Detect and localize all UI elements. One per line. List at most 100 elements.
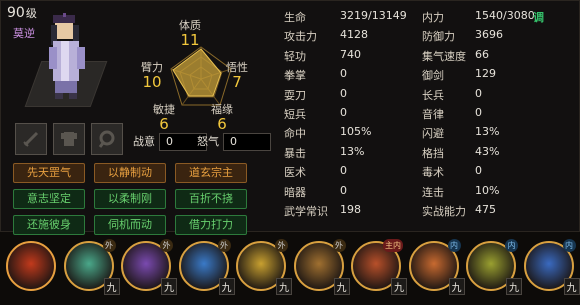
attr-value: 66: [475, 47, 489, 61]
attribute-row: 医术 0 毒术 0: [284, 164, 554, 183]
rage-label: 怒气: [197, 135, 219, 148]
armor-icon: [61, 132, 77, 146]
trait-tag[interactable]: 伺机而动: [94, 215, 166, 235]
attribute-row: 暗器 0 连击 10%: [284, 184, 554, 203]
attr-label: 实战能力: [422, 204, 466, 218]
adjust-button[interactable]: 调: [533, 9, 544, 25]
attr-label: 暴击: [284, 146, 306, 160]
stat-arm-strength: 臂力 10: [141, 59, 163, 90]
attribute-row: 暴击 13% 格挡 43%: [284, 145, 554, 164]
attr-value: 129: [475, 67, 496, 81]
skill-type-badge: 内: [447, 239, 461, 252]
skill-level: 九: [448, 278, 465, 295]
attribute-row: 短兵 0 音律 0: [284, 106, 554, 125]
trait-tag[interactable]: 借力打力: [175, 215, 247, 235]
attr-label: 生命: [284, 11, 306, 24]
attribute-row: 生命 3219/13149 内力 1540/3080: [284, 9, 554, 28]
attr-value: 198: [340, 202, 361, 216]
attr-value: 10%: [475, 183, 500, 197]
yinyang-skill-icon[interactable]: 外九: [121, 239, 177, 295]
attr-label: 御剑: [422, 69, 444, 83]
trait-tag[interactable]: 以静制动: [94, 163, 166, 183]
attr-label: 连击: [422, 185, 444, 199]
level-unit: 级: [25, 7, 37, 20]
character-panel: 90级 莫逆 体质 11 臂力 10 悟性 7 敏捷 6 福缘 6 战意 0 怒…: [0, 0, 580, 235]
attr-label: 内力: [422, 11, 444, 24]
attr-label: 武学常识: [284, 204, 328, 218]
accessory-slot[interactable]: [91, 123, 123, 155]
attr-label: 防御力: [422, 30, 455, 44]
attr-value: 0: [340, 67, 347, 81]
attribute-row: 拳掌 0 御剑 129: [284, 67, 554, 86]
attr-value: 0: [340, 164, 347, 178]
blue-swirl-skill-icon[interactable]: 内九: [523, 239, 580, 295]
fighting-spirit-label: 战意: [133, 135, 155, 148]
level-value: 90: [7, 5, 25, 21]
skill-bar: 外九外九外九外九外九主内九内九内九内九: [0, 236, 580, 300]
sword-skill-icon[interactable]: 外九: [293, 239, 350, 295]
attr-value: 740: [340, 47, 361, 61]
skill-type-badge: 外: [275, 239, 288, 252]
stat-value: 7: [232, 73, 242, 91]
skill-type-badge: 内: [505, 239, 518, 252]
attr-value: 3696: [475, 28, 503, 42]
attr-label: 格挡: [422, 146, 444, 160]
flame-circle-skill-icon[interactable]: 内九: [408, 239, 465, 295]
skill-level: 九: [506, 278, 522, 295]
attr-value: 0: [475, 105, 482, 119]
weapon-slot[interactable]: [15, 123, 47, 155]
attr-label: 医术: [284, 166, 306, 180]
attribute-row: 武学常识 198 实战能力 475: [284, 203, 554, 222]
blue-claw-skill-icon[interactable]: 外九: [178, 239, 235, 295]
stat-constitution: 体质 11: [179, 17, 201, 48]
skill-type-badge: 内: [562, 239, 576, 252]
attribute-row: 攻击力 4128 防御力 3696: [284, 28, 554, 47]
trait-tag[interactable]: 意志坚定: [13, 189, 85, 209]
attr-label: 命中: [284, 127, 306, 141]
attr-value: 0: [340, 183, 347, 197]
green-wind-skill-icon[interactable]: 外九: [63, 239, 120, 295]
attribute-row: 耍刀 0 长兵 0: [284, 87, 554, 106]
sword-icon: [23, 131, 39, 147]
trait-tag[interactable]: 道玄宗主: [175, 163, 247, 183]
attr-value: 0: [475, 86, 482, 100]
golden-rain-skill-icon[interactable]: 外九: [236, 239, 292, 295]
character-name: 莫逆: [13, 27, 35, 40]
stat-agility: 敏捷 6: [153, 101, 175, 132]
attr-label: 暗器: [284, 185, 306, 199]
attr-value: 13%: [340, 144, 365, 158]
skill-type-badge: 外: [217, 239, 231, 252]
attr-label: 轻功: [284, 49, 306, 63]
trait-tag[interactable]: 百折不挠: [175, 189, 247, 209]
skill-level: 九: [276, 278, 292, 295]
attribute-table: 生命 3219/13149 内力 1540/3080 攻击力 4128 防御力 3696 轻…: [284, 9, 554, 222]
attr-label: 耍刀: [284, 88, 306, 102]
attr-value: 43%: [475, 144, 500, 158]
stat-fortune: 福缘 6: [211, 101, 233, 132]
armor-slot[interactable]: [53, 123, 85, 155]
trait-tag[interactable]: 以柔制刚: [94, 189, 166, 209]
character-portrait: [49, 13, 85, 99]
attr-value: 4128: [340, 28, 368, 42]
rage-value: 0: [223, 133, 271, 151]
skill-level: 九: [103, 278, 120, 295]
trait-tag[interactable]: 还施彼身: [13, 215, 85, 235]
attribute-row: 命中 105% 闪避 13%: [284, 125, 554, 144]
attr-label: 集气速度: [422, 49, 466, 63]
skill-ring: [6, 241, 56, 291]
attr-value: 13%: [475, 125, 500, 139]
trait-tag[interactable]: 先天罡气: [13, 163, 85, 183]
red-lantern-skill-icon[interactable]: [6, 241, 56, 291]
fire-palm-skill-icon[interactable]: 主内九: [351, 239, 407, 295]
attr-value: 0: [340, 105, 347, 119]
attr-label: 短兵: [284, 107, 306, 121]
attr-value: 105%: [340, 125, 372, 139]
attr-label: 长兵: [422, 88, 444, 102]
skill-type-badge: 外: [160, 239, 173, 252]
attr-value: 0: [475, 164, 482, 178]
skill-type-badge: 主内: [383, 239, 403, 252]
skill-level: 九: [333, 278, 350, 295]
attr-label: 音律: [422, 107, 444, 121]
golden-orb-skill-icon[interactable]: 内九: [466, 239, 522, 295]
stat-comprehension: 悟性 7: [226, 59, 248, 91]
